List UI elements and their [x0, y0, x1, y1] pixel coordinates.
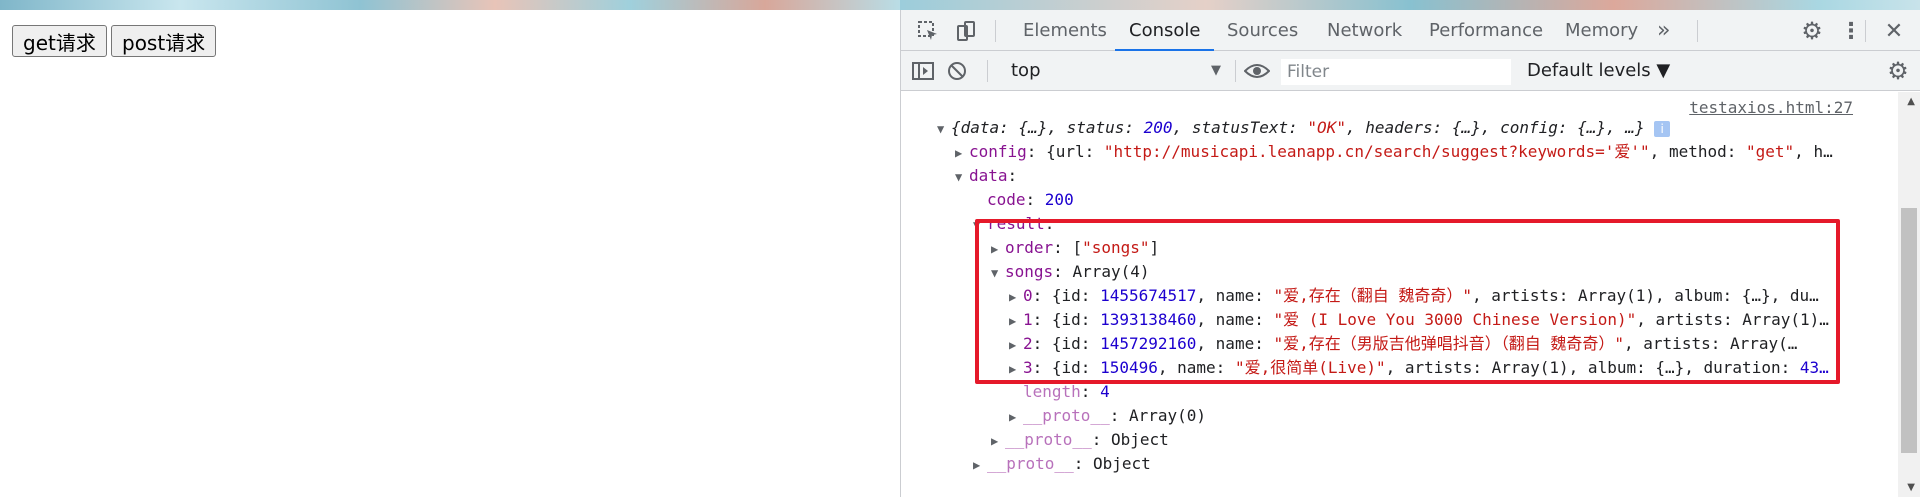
console-settings-gear-icon[interactable]: ⚙ — [1885, 57, 1911, 85]
console-token: : — [1080, 382, 1101, 401]
default-levels-dropdown[interactable]: Default levels ▼ — [1527, 59, 1670, 83]
more-options-icon[interactable]: ⋮ — [1840, 18, 1862, 44]
live-expression-eye-icon[interactable] — [1243, 59, 1271, 83]
tab-network[interactable]: Network — [1327, 10, 1402, 51]
console-line[interactable]: ▶ __proto__: Array(0) — [1009, 406, 1206, 426]
devtools-panel: Elements Console Sources Network Perform… — [900, 10, 1920, 497]
context-selector[interactable]: top ▼ — [1011, 59, 1221, 83]
console-token: __proto__ — [987, 454, 1074, 473]
expand-right-icon[interactable]: ▶ — [973, 455, 987, 475]
console-token: code — [987, 190, 1026, 209]
info-icon[interactable]: i — [1654, 121, 1671, 137]
console-token: 200 — [1143, 118, 1173, 137]
console-line[interactable]: ▶ config: {url: "http://musicapi.leanapp.… — [955, 142, 1833, 162]
console-output: testaxios.html:27 ▼ {data: {…}, status: 2… — [901, 92, 1903, 497]
scrollbar-thumb[interactable] — [1901, 208, 1917, 453]
tab-elements[interactable]: Elements — [1023, 10, 1107, 51]
console-token: : {url: — [1026, 142, 1104, 161]
inspect-element-icon[interactable] — [915, 18, 941, 44]
console-line[interactable]: ▼ {data: {…}, status: 200, statusText: "O… — [937, 118, 1671, 139]
devtools-tabbar: Elements Console Sources Network Perform… — [901, 10, 1920, 51]
console-line: code: 200 — [973, 190, 1074, 210]
console-token: __proto__ — [1005, 430, 1092, 449]
console-token: 200 — [1044, 190, 1074, 209]
console-token: : Object — [1073, 454, 1151, 473]
console-token: , statusText: — [1172, 118, 1308, 137]
tab-sources[interactable]: Sources — [1227, 10, 1298, 51]
toolbar-divider — [1865, 20, 1866, 42]
browser-banner-image — [900, 0, 1920, 10]
clear-console-icon[interactable] — [945, 59, 969, 83]
expand-right-icon[interactable]: ▶ — [991, 431, 1005, 451]
source-link[interactable]: testaxios.html:27 — [1689, 98, 1853, 117]
filter-input[interactable]: Filter — [1281, 59, 1511, 85]
expand-right-icon[interactable]: ▶ — [955, 143, 969, 163]
toolbar-divider — [1235, 60, 1236, 82]
expand-right-icon[interactable]: ▶ — [1009, 407, 1023, 427]
chevron-down-icon: ▼ — [1211, 63, 1221, 78]
console-line[interactable]: ▶ __proto__: Object — [991, 430, 1169, 450]
scroll-up-icon[interactable]: ▲ — [1907, 96, 1915, 107]
console-line[interactable]: ▼ data: — [955, 166, 1017, 186]
console-token: 4 — [1100, 382, 1110, 401]
scroll-down-icon[interactable]: ▼ — [1907, 482, 1915, 493]
more-tabs-icon[interactable]: » — [1657, 10, 1670, 51]
post-request-button[interactable]: post请求 — [111, 25, 217, 57]
get-request-button[interactable]: get请求 — [12, 25, 107, 57]
tab-memory[interactable]: Memory — [1565, 10, 1638, 51]
console-token: "http://musicapi.leanapp.cn/search/sugge… — [1103, 142, 1650, 161]
toolbar-divider — [995, 20, 996, 42]
console-token: "OK" — [1307, 118, 1346, 137]
device-toolbar-icon[interactable] — [953, 18, 979, 44]
console-line: length: 4 — [1009, 382, 1110, 402]
console-line[interactable]: ▶ __proto__: Object — [973, 454, 1151, 474]
tab-performance[interactable]: Performance — [1429, 10, 1543, 51]
console-token: : — [1025, 190, 1045, 209]
toolbar-divider — [987, 60, 988, 82]
console-token: , method: — [1649, 142, 1746, 161]
expand-down-icon[interactable]: ▼ — [955, 167, 969, 187]
console-token: length — [1023, 382, 1081, 401]
expand-down-icon[interactable]: ▼ — [937, 119, 951, 139]
close-icon[interactable]: ✕ — [1881, 18, 1907, 44]
console-token: : Object — [1091, 430, 1169, 449]
page-content: get请求 post请求 — [0, 0, 900, 497]
console-toolbar: top ▼ Filter Default levels ▼ ⚙ — [901, 51, 1920, 91]
console-token: : Array(0) — [1109, 406, 1207, 425]
page-banner-image — [0, 0, 900, 10]
sidebar-toggle-icon[interactable] — [911, 59, 935, 83]
highlight-annotation-box — [975, 219, 1840, 384]
settings-gear-icon[interactable]: ⚙ — [1799, 17, 1825, 45]
console-token: __proto__ — [1023, 406, 1110, 425]
console-token: , headers: {…}, config: {…}, …} — [1345, 118, 1655, 137]
console-token: "get" — [1746, 142, 1795, 161]
console-token: data — [969, 166, 1008, 185]
context-label: top — [1011, 60, 1041, 81]
console-token: config — [969, 142, 1027, 161]
toolbar-divider — [1697, 20, 1698, 42]
tab-console[interactable]: Console — [1114, 10, 1216, 51]
console-token: , h… — [1794, 142, 1833, 161]
console-token: {data: {…}, status: — [951, 118, 1144, 137]
vertical-scrollbar[interactable]: ▲ ▼ — [1898, 92, 1920, 497]
console-token: : — [1007, 166, 1018, 185]
